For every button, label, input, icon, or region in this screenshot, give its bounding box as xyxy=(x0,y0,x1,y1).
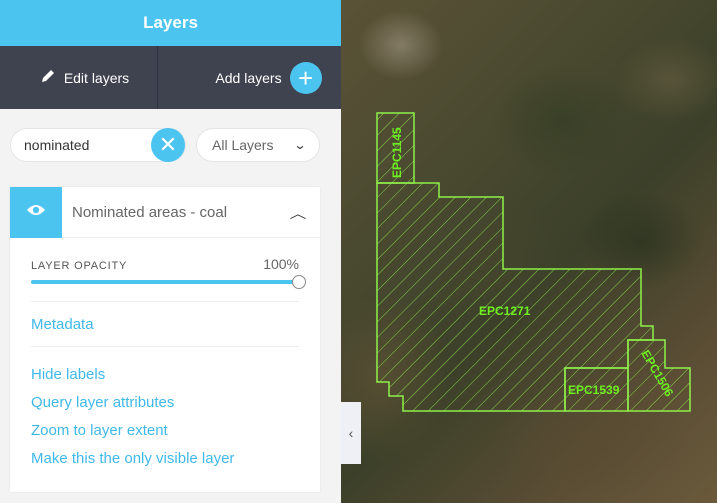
query-attributes-link[interactable]: Query layer attributes xyxy=(31,389,299,417)
layer-filter-select[interactable]: All Layers ⌄ xyxy=(196,128,320,162)
layer-title: Nominated areas - coal xyxy=(72,203,228,221)
add-layers-button[interactable]: Add layers + xyxy=(157,46,341,109)
panel-header: Layers xyxy=(0,0,341,46)
close-icon[interactable]: ✕ xyxy=(151,128,185,162)
opacity-value: 100% xyxy=(263,256,299,272)
slider-fill xyxy=(31,280,299,284)
plus-icon: + xyxy=(289,61,322,94)
opacity-slider[interactable] xyxy=(31,275,306,289)
panel-title: Layers xyxy=(143,13,198,32)
edit-layers-label: Edit layers xyxy=(63,69,130,86)
hide-labels-link[interactable]: Hide labels xyxy=(31,361,299,389)
layer-actions: Hide labels Query layer attributes Zoom … xyxy=(31,361,299,473)
search-input[interactable]: nominated ✕ xyxy=(10,128,186,162)
map-view[interactable]: EPC1145 EPC1271 EPC1539 EPC1506 xyxy=(341,0,717,503)
only-visible-layer-link[interactable]: Make this the only visible layer xyxy=(31,445,299,473)
layer-card-body: LAYER OPACITY 100% Metadata Hide labels … xyxy=(10,256,320,473)
search-value: nominated xyxy=(24,137,90,153)
layers-panel: Layers Edit layers Add layers + nominate… xyxy=(0,0,341,503)
layer-filter-value: All Layers xyxy=(212,137,274,153)
zoom-to-extent-link[interactable]: Zoom to layer extent xyxy=(31,417,299,445)
search-row: nominated ✕ All Layers ⌄ xyxy=(10,128,320,162)
metadata-link[interactable]: Metadata xyxy=(31,316,299,333)
slider-thumb[interactable] xyxy=(292,275,306,289)
edit-layers-button[interactable]: Edit layers xyxy=(0,46,157,109)
layers-toolbar: Edit layers Add layers + xyxy=(0,46,341,109)
divider xyxy=(31,346,299,347)
layer-card-header: Nominated areas - coal ︿ xyxy=(10,186,320,238)
chevron-left-icon: ‹ xyxy=(348,425,354,441)
visibility-toggle[interactable] xyxy=(10,186,62,238)
label-epc1271: EPC1271 xyxy=(479,304,531,318)
layer-card: Nominated areas - coal ︿ LAYER OPACITY 1… xyxy=(10,186,320,492)
opacity-label: LAYER OPACITY xyxy=(31,260,128,272)
add-layers-label: Add layers xyxy=(215,69,282,86)
pencil-icon xyxy=(40,68,56,87)
chevron-down-icon: ⌄ xyxy=(293,138,307,152)
label-epc1539: EPC1539 xyxy=(568,383,620,397)
chevron-up-icon[interactable]: ︿ xyxy=(269,203,326,222)
collapse-panel-button[interactable]: ‹ xyxy=(341,402,361,464)
map-overlay: EPC1145 EPC1271 EPC1539 EPC1506 xyxy=(376,112,691,412)
label-epc1145: EPC1145 xyxy=(390,127,404,178)
divider xyxy=(31,301,299,302)
eye-icon xyxy=(26,203,46,222)
